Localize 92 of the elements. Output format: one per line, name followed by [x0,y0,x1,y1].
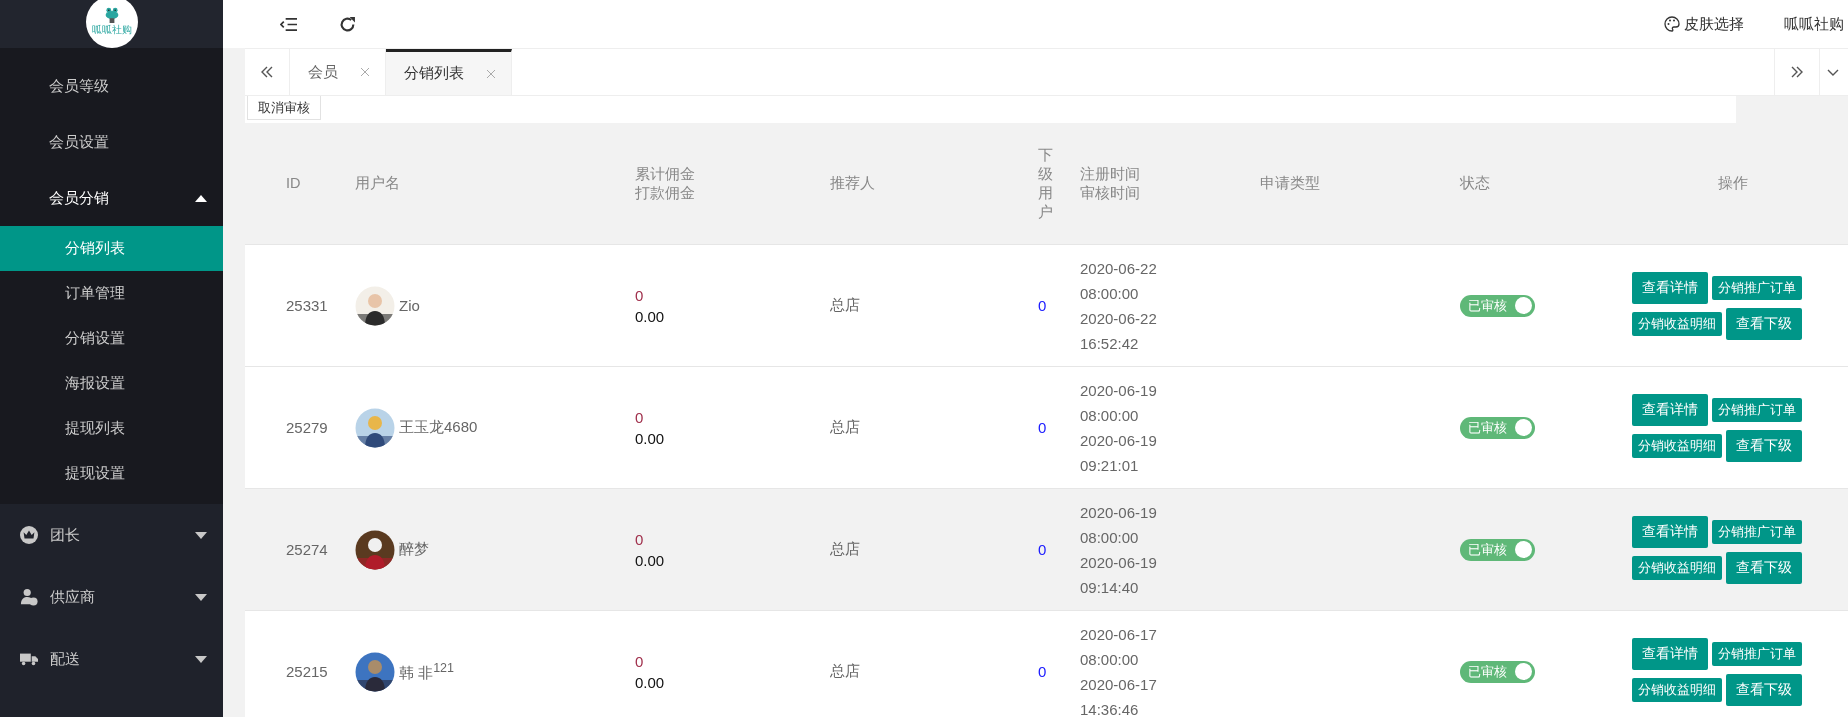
column-header: 状态 [1459,174,1491,193]
action-button[interactable]: 分销收益明细 [1632,311,1722,336]
table-cell-text: 25279 [285,419,329,436]
double-chevron-right-icon [1790,65,1804,79]
action-button[interactable]: 分销推广订单 [1712,519,1802,544]
action-button[interactable]: 分销推广订单 [1712,275,1802,300]
status-switch[interactable]: 已审核 [1460,538,1535,561]
commission-paid: 0.00 [635,306,666,327]
subordinate-count-link[interactable]: 0 [1038,663,1047,680]
table-cell-text: 总店 [829,662,861,681]
column-header: 注册时间审核时间 [1080,164,1141,203]
column-header: ID [285,174,302,193]
registered-time: 2020-06-22 08:00:00 [1080,258,1158,304]
column-header: 累计佣金打款佣金 [634,164,696,203]
status-switch[interactable]: 已审核 [1460,294,1535,317]
subordinate-count-link[interactable]: 0 [1038,419,1047,436]
action-button[interactable]: 查看下级 [1726,429,1802,462]
caret-icon [195,655,207,663]
frog-icon [103,7,120,23]
action-button[interactable]: 查看详情 [1632,393,1708,426]
user-menu[interactable]: 呱呱社购 [1784,14,1844,34]
column-header: 推荐人 [829,174,876,193]
user-name: 王玉龙4680 [399,418,478,437]
sidebar-item[interactable]: 海报设置 [0,361,223,406]
commission-total: 0 [635,285,645,306]
subordinate-count-link[interactable]: 0 [1038,297,1047,314]
action-button[interactable]: 查看下级 [1726,673,1802,706]
sidebar-item[interactable]: 分销列表 [0,226,223,271]
caret-icon [195,593,207,601]
close-icon[interactable] [486,68,496,79]
commission-paid: 0.00 [635,428,666,449]
sidebar-item[interactable]: 团长 [0,504,223,566]
user-name: 韩 非$^{121}$ [399,660,455,683]
action-button[interactable]: 查看详情 [1632,515,1708,548]
action-button[interactable]: 分销收益明细 [1632,555,1722,580]
sidebar-item[interactable]: 分销设置 [0,316,223,361]
sidebar-item[interactable]: 会员设置 [0,114,223,170]
tab[interactable]: 分销列表 [386,49,512,95]
crown-icon [20,526,38,544]
column-header: 操作 [1716,174,1749,193]
person-icon [20,588,38,606]
reviewed-time: 2020-06-19 09:21:01 [1080,430,1158,476]
status-switch[interactable]: 已审核 [1460,660,1535,683]
table-cell-text: 总店 [829,540,861,559]
table-cell-text: 总店 [829,418,861,437]
action-button[interactable]: 分销推广订单 [1712,641,1802,666]
registered-time: 2020-06-19 08:00:00 [1080,380,1158,426]
reviewed-time: 2020-06-17 14:36:46 [1080,674,1158,717]
commission-total: 0 [635,529,645,550]
logo: 呱呱社购 [85,0,138,48]
table-cell-text: 25274 [285,541,329,558]
sidebar-item[interactable]: 会员等级 [0,58,223,114]
action-button[interactable]: 查看下级 [1726,551,1802,584]
column-header: 下级用户 [1037,145,1054,222]
subordinate-count-link[interactable]: 0 [1038,541,1047,558]
table-cell-text: 25331 [285,297,329,314]
sidebar-item[interactable]: 提现列表 [0,406,223,451]
sidebar-item[interactable]: 会员分销 [0,170,223,226]
column-header: 申请类型 [1259,174,1321,193]
registered-time: 2020-06-17 08:00:00 [1080,624,1158,670]
commission-paid: 0.00 [635,550,666,571]
action-button[interactable]: 查看下级 [1726,307,1802,340]
cancel-review-button[interactable]: 取消审核 [247,96,321,120]
table-cell-text: 25215 [285,663,329,680]
sidebar-item[interactable]: 订单管理 [0,271,223,316]
action-button[interactable]: 分销收益明细 [1632,433,1722,458]
menu-fold-icon[interactable] [280,15,297,33]
action-button[interactable]: 查看详情 [1632,271,1708,304]
palette-icon [1664,16,1680,32]
status-switch[interactable]: 已审核 [1460,416,1535,439]
action-button[interactable]: 查看详情 [1632,637,1708,670]
skin-menu[interactable]: 皮肤选择 [1664,14,1744,34]
commission-total: 0 [635,651,645,672]
registered-time: 2020-06-19 08:00:00 [1080,502,1158,548]
reviewed-time: 2020-06-19 09:14:40 [1080,552,1158,598]
user-name: 醉梦 [399,540,429,559]
sidebar-item[interactable]: 供应商 [0,566,223,628]
reviewed-time: 2020-06-22 16:52:42 [1080,308,1158,354]
sidebar-item[interactable]: 配送 [0,628,223,690]
sidebar-item[interactable]: 提现设置 [0,451,223,496]
commission-paid: 0.00 [635,672,666,693]
user-name: Zio [399,297,420,314]
table-cell-text: 总店 [829,296,861,315]
refresh-icon[interactable] [339,15,356,33]
commission-total: 0 [635,407,645,428]
caret-icon [195,531,207,539]
double-chevron-left-icon [260,65,274,79]
close-icon[interactable] [360,67,370,77]
action-button[interactable]: 分销推广订单 [1712,397,1802,422]
caret-icon [195,194,207,202]
column-header: 用户名 [354,174,401,193]
action-button[interactable]: 分销收益明细 [1632,677,1722,702]
